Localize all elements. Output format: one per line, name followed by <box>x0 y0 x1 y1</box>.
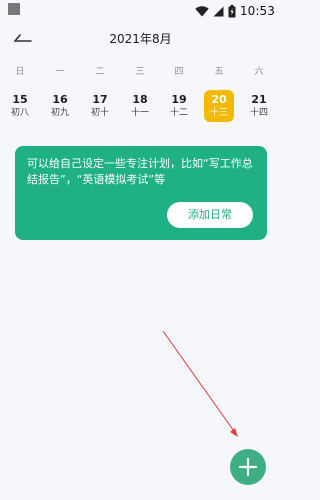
date-number: 17 <box>92 93 108 106</box>
weekday-label: 二 <box>95 67 105 77</box>
date-cell-16[interactable]: 16 初九 <box>45 90 75 122</box>
date-cell-19[interactable]: 19 十二 <box>164 90 194 122</box>
date-cell-20-selected[interactable]: 20 十三 <box>204 90 234 122</box>
date-number: 18 <box>132 93 148 106</box>
weekday-label: 六 <box>254 67 264 77</box>
status-icons: 10:53 <box>195 2 275 20</box>
battery-icon <box>228 4 236 18</box>
weekday-label: 日 <box>15 67 25 77</box>
date-lunar: 初十 <box>90 108 109 118</box>
tip-text: 可以给自己设定一些专注计划，比如“写工作总结报告”，“英语模拟考试”等 <box>27 157 253 186</box>
weekday-label: 四 <box>174 67 184 77</box>
add-daily-button[interactable]: 添加日常 <box>167 202 253 228</box>
date-lunar: 十三 <box>209 108 228 118</box>
date-number: 19 <box>171 93 187 106</box>
weekday-label: 一 <box>55 67 65 77</box>
date-cell-18[interactable]: 18 十一 <box>125 90 155 122</box>
focus-plan-tip-card: 可以给自己设定一些专注计划，比如“写工作总结报告”，“英语模拟考试”等 添加日常 <box>15 146 267 240</box>
signal-icon <box>213 6 224 17</box>
focus-plan-screen: 10:53 2021年8月 日 一 二 三 四 五 六 15 初八 16 初九 <box>0 0 281 500</box>
notification-icon <box>8 3 20 15</box>
date-cell-21[interactable]: 21 十四 <box>244 90 274 122</box>
wifi-icon <box>195 5 209 17</box>
add-plan-fab[interactable] <box>230 449 266 485</box>
month-title: 2021年8月 <box>109 32 172 46</box>
date-lunar: 十四 <box>249 108 268 118</box>
date-number: 16 <box>52 93 68 106</box>
date-number: 21 <box>251 93 267 106</box>
plus-icon <box>238 457 258 477</box>
status-time: 10:53 <box>239 4 275 18</box>
date-lunar: 十二 <box>169 108 188 118</box>
weekday-row: 日 一 二 三 四 五 六 <box>0 64 281 80</box>
date-lunar: 十一 <box>130 108 149 118</box>
header: 2021年8月 <box>0 24 281 52</box>
date-cell-17[interactable]: 17 初十 <box>85 90 115 122</box>
weekday-label: 三 <box>135 67 145 77</box>
date-lunar: 初九 <box>50 108 69 118</box>
date-number: 20 <box>211 93 227 106</box>
date-row: 15 初八 16 初九 17 初十 18 十一 19 十二 20 十三 21 十… <box>0 90 281 126</box>
date-number: 15 <box>12 93 28 106</box>
date-cell-15[interactable]: 15 初八 <box>5 90 35 122</box>
weekday-label: 五 <box>214 67 224 77</box>
status-bar: 10:53 <box>0 0 281 22</box>
date-lunar: 初八 <box>10 108 29 118</box>
